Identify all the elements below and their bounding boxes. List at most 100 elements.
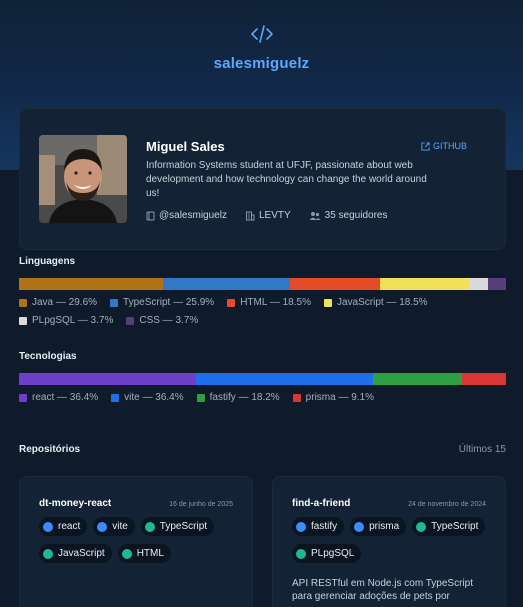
technology-bar-segment [196, 373, 374, 385]
repo-date: 24 de novembro de 2024 [408, 501, 486, 508]
technology-legend-item: react — 36.4% [19, 392, 98, 403]
github-link-label: GITHUB [432, 141, 467, 151]
repo-tag: JavaScript [39, 544, 112, 563]
technology-legend-label: fastify — 18.2% [209, 392, 280, 403]
repo-name[interactable]: dt-money-react [39, 498, 111, 509]
profile-card: Miguel Sales GITHUB Information Systems … [19, 108, 506, 250]
repo-tag: TypeScript [140, 517, 215, 536]
technology-bar-segment [19, 373, 197, 385]
people-icon [309, 211, 321, 220]
profile-bio: Information Systems student at UFJF, pas… [146, 160, 427, 199]
repo-tag-label: fastify [311, 521, 338, 532]
external-link-icon [421, 141, 430, 151]
language-bar-segment [487, 278, 506, 290]
handle-item: @salesmiguelz [146, 210, 227, 221]
repo-tag-label: vite [112, 521, 128, 532]
repo-tag-label: HTML [136, 548, 164, 559]
language-legend-item: JavaScript — 18.5% [323, 297, 428, 308]
languages-bar [19, 278, 506, 290]
technology-legend-item: vite — 36.4% [111, 392, 184, 403]
technology-legend-swatch [292, 393, 301, 402]
tag-dot-icon [121, 548, 132, 559]
language-legend-swatch [19, 298, 27, 307]
tag-dot-icon [354, 521, 365, 532]
technology-legend-swatch [111, 393, 120, 402]
language-legend-item: TypeScript — 25.9% [110, 297, 214, 308]
tag-dot-icon [296, 521, 306, 532]
technology-bar-segment [373, 373, 462, 385]
building-icon [245, 211, 255, 220]
repo-tag-label: JavaScript [58, 548, 105, 559]
technologies-bar [19, 373, 506, 385]
tag-dot-icon [43, 521, 53, 532]
technology-legend-label: react — 36.4% [32, 392, 99, 403]
language-legend-swatch [110, 298, 119, 307]
brand-title: salesmiguelz [213, 55, 310, 72]
profile-name: Miguel Sales [146, 139, 225, 154]
profile-meta: @salesmiguelz LEVTY 35 seguidores [146, 210, 387, 221]
repo-tag: TypeScript [412, 517, 486, 536]
repo-tags: fastify prisma TypeScript PLpgSQL [292, 517, 492, 563]
language-legend-item: Java — 29.6% [19, 297, 97, 308]
repo-tag: fastify [292, 517, 345, 536]
tag-dot-icon [97, 521, 108, 532]
language-legend-label: TypeScript — 25.9% [123, 297, 215, 308]
language-legend-label: JavaScript — 18.5% [336, 297, 428, 308]
repo-tag-label: PLpgSQL [311, 548, 355, 559]
technology-legend-item: prisma — 9.1% [292, 392, 374, 403]
repo-name[interactable]: find-a-friend [292, 498, 350, 509]
repo-tag: react [39, 517, 88, 536]
language-legend-label: HTML — 18.5% [240, 297, 311, 308]
technology-legend-item: fastify — 18.2% [196, 392, 280, 403]
repo-tags: react vite TypeScript JavaScript HTML [39, 517, 239, 563]
site-header: salesmiguelz [0, 24, 523, 72]
profile-handle: @salesmiguelz [159, 210, 227, 221]
technology-legend-swatch [196, 393, 205, 402]
repo-tag: vite [93, 517, 135, 536]
repo-tag: prisma [350, 517, 407, 536]
repo-description: API RESTful em Node.js com TypeScript pa… [292, 578, 473, 602]
language-legend-swatch [126, 316, 135, 325]
avatar-photo [39, 135, 127, 223]
repo-card[interactable]: dt-money-react 16 de junho de 2025 react… [19, 476, 253, 607]
language-legend-swatch [323, 298, 332, 307]
repo-tag: PLpgSQL [292, 544, 362, 563]
repo-card[interactable]: find-a-friend 24 de novembro de 2024 fas… [272, 476, 506, 607]
language-bar-segment [163, 278, 290, 290]
languages-title: Linguagens [19, 256, 76, 267]
language-legend-item: CSS — 3.7% [126, 315, 198, 326]
language-bar-segment [19, 278, 164, 290]
technology-legend-label: vite — 36.4% [124, 392, 184, 403]
profile-company: LEVTY [258, 210, 291, 221]
languages-legend: Java — 29.6% TypeScript — 25.9% HTML — 18.… [19, 297, 506, 326]
repos-title: Repositórios [19, 444, 81, 455]
repo-tag-label: prisma [369, 521, 400, 532]
repo-tag: HTML [117, 544, 171, 563]
repo-tag-label: react [58, 521, 81, 532]
technologies-title: Tecnologias [19, 351, 77, 362]
language-bar-segment [289, 278, 380, 290]
technology-bar-segment [461, 373, 506, 385]
avatar [39, 135, 127, 223]
repo-book-icon [146, 211, 155, 220]
technologies-legend: react — 36.4% vite — 36.4% fastify — 18.2%… [19, 392, 506, 403]
language-legend-swatch [227, 298, 236, 307]
language-legend-item: HTML — 18.5% [227, 297, 311, 308]
tag-dot-icon [144, 521, 155, 532]
technology-legend-swatch [19, 393, 27, 402]
repo-tag-label: TypeScript [431, 521, 479, 532]
followers-item: 35 seguidores [309, 210, 388, 221]
language-legend-label: CSS — 3.7% [139, 315, 199, 326]
repo-tag-label: TypeScript [159, 521, 208, 532]
code-icon [250, 25, 273, 43]
language-legend-label: Java — 29.6% [32, 297, 98, 308]
tag-dot-icon [43, 548, 53, 559]
github-link[interactable]: GITHUB [421, 141, 467, 151]
profile-followers: 35 seguidores [324, 210, 388, 221]
language-legend-label: PLpgSQL — 3.7% [32, 315, 114, 326]
language-legend-swatch [19, 316, 27, 325]
language-bar-segment [379, 278, 470, 290]
language-legend-item: PLpgSQL — 3.7% [19, 315, 113, 326]
tag-dot-icon [416, 521, 427, 532]
repos-count: Últimos 15 [458, 444, 506, 455]
